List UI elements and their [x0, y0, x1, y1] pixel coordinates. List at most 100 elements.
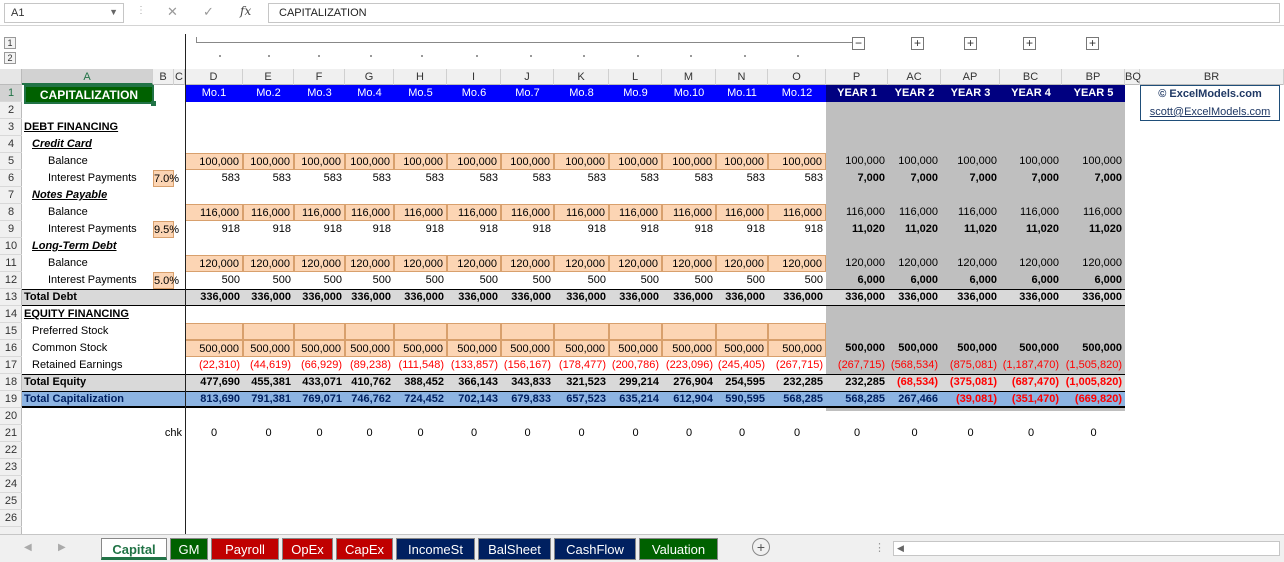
notes-balance-cell[interactable]: 116,000 [185, 204, 243, 221]
common-stock-cell[interactable]: 500,000 [185, 340, 243, 357]
scrollbar-thumb[interactable] [910, 544, 1110, 553]
common-stock-cell[interactable]: 500,000 [716, 340, 768, 357]
total-equity-year[interactable]: (687,470) [1000, 374, 1062, 391]
common-stock-year[interactable]: 500,000 [941, 340, 1000, 357]
column-header-h[interactable]: H [394, 69, 447, 85]
tab-capital[interactable]: Capital [101, 538, 167, 560]
notes-balance-cell[interactable]: 116,000 [501, 204, 554, 221]
notes-balance-cell[interactable]: 116,000 [662, 204, 716, 221]
chk-cell[interactable]: 0 [609, 425, 662, 442]
year-header[interactable]: YEAR 2 [888, 85, 941, 102]
month-header[interactable]: Mo.8 [554, 85, 609, 102]
ltd-interest-cell[interactable]: 500 [554, 272, 609, 289]
chk-cell[interactable]: 0 [394, 425, 447, 442]
cancel-icon[interactable]: ✕ [167, 4, 178, 20]
total-equity-cell[interactable]: 254,595 [716, 374, 768, 391]
notes-balance-cell[interactable]: 116,000 [609, 204, 662, 221]
tab-cashflow[interactable]: CashFlow [554, 538, 636, 560]
retained-earnings-cell[interactable]: (223,096) [662, 357, 716, 374]
row-header-12[interactable]: 12 [0, 272, 22, 289]
ltd-interest-year[interactable]: 6,000 [1062, 272, 1125, 289]
total-debt-year[interactable]: 336,000 [888, 289, 941, 306]
row-header-24[interactable]: 24 [0, 476, 22, 493]
notes-balance-cell[interactable]: 116,000 [554, 204, 609, 221]
total-debt-year[interactable]: 336,000 [1062, 289, 1125, 306]
total-equity-cell[interactable]: 366,143 [447, 374, 501, 391]
expand-group-button[interactable]: + [911, 37, 924, 50]
credit-interest-cell[interactable]: 583 [768, 170, 826, 187]
retained-earnings-year[interactable]: (875,081) [941, 357, 1000, 374]
label-balance[interactable]: Balance [22, 153, 202, 170]
chk-cell[interactable]: 0 [1000, 425, 1062, 442]
ltd-balance-cell[interactable]: 120,000 [447, 255, 501, 272]
credit-interest-cell[interactable]: 583 [243, 170, 294, 187]
common-stock-cell[interactable]: 500,000 [447, 340, 501, 357]
row-header-13[interactable]: 13 [0, 289, 22, 306]
notes-balance-cell[interactable]: 116,000 [243, 204, 294, 221]
select-all-corner[interactable] [0, 69, 22, 85]
row-header-4[interactable]: 4 [0, 136, 22, 153]
ltd-balance-cell[interactable]: 120,000 [554, 255, 609, 272]
total-capitalization-cell[interactable]: 791,381 [243, 391, 294, 408]
ltd-interest-cell[interactable]: 500 [394, 272, 447, 289]
column-header-l[interactable]: L [609, 69, 662, 85]
month-header[interactable]: Mo.6 [447, 85, 501, 102]
column-header-p[interactable]: P [826, 69, 888, 85]
brand-email-link[interactable]: scott@ExcelModels.com [1141, 104, 1279, 121]
tab-incomest[interactable]: IncomeSt [396, 538, 475, 560]
chk-cell[interactable]: 0 [501, 425, 554, 442]
common-stock-cell[interactable]: 500,000 [768, 340, 826, 357]
notes-interest-cell[interactable]: 918 [294, 221, 345, 238]
column-header-bp[interactable]: BP [1062, 69, 1125, 85]
credit-balance-cell[interactable]: 100,000 [185, 153, 243, 170]
label-long-term-debt[interactable]: Long-Term Debt [22, 238, 202, 255]
column-header-a[interactable]: A [22, 69, 153, 85]
notes-interest-year[interactable]: 11,020 [1062, 221, 1125, 238]
ltd-interest-cell[interactable]: 500 [294, 272, 345, 289]
column-header-k[interactable]: K [554, 69, 609, 85]
credit-balance-year[interactable]: 100,000 [941, 153, 1000, 170]
column-header-c[interactable]: C [174, 69, 185, 85]
total-debt-cell[interactable]: 336,000 [447, 289, 501, 306]
month-header[interactable]: Mo.7 [501, 85, 554, 102]
total-equity-cell[interactable]: 388,452 [394, 374, 447, 391]
preferred-stock-cell[interactable] [185, 323, 243, 340]
credit-interest-cell[interactable]: 583 [662, 170, 716, 187]
chk-cell[interactable]: 0 [345, 425, 394, 442]
credit-interest-cell[interactable]: 583 [394, 170, 447, 187]
notes-balance-cell[interactable]: 116,000 [345, 204, 394, 221]
preferred-stock-cell[interactable] [768, 323, 826, 340]
retained-earnings-year[interactable]: (1,187,470) [1000, 357, 1062, 374]
total-debt-cell[interactable]: 336,000 [662, 289, 716, 306]
ltd-interest-cell[interactable]: 500 [662, 272, 716, 289]
credit-interest-cell[interactable]: 583 [554, 170, 609, 187]
total-capitalization-year[interactable]: (669,820) [1062, 391, 1125, 408]
ltd-interest-year[interactable]: 6,000 [888, 272, 941, 289]
retained-earnings-cell[interactable]: (89,238) [345, 357, 394, 374]
section-label-equity[interactable]: EQUITY FINANCING [22, 306, 202, 323]
preferred-stock-cell[interactable] [501, 323, 554, 340]
ltd-balance-cell[interactable]: 120,000 [394, 255, 447, 272]
credit-balance-cell[interactable]: 100,000 [294, 153, 345, 170]
label-retained-earnings[interactable]: Retained Earnings [22, 357, 202, 374]
preferred-stock-cell[interactable] [394, 323, 447, 340]
preferred-stock-cell[interactable] [243, 323, 294, 340]
credit-balance-cell[interactable]: 100,000 [609, 153, 662, 170]
month-header[interactable]: Mo.10 [662, 85, 716, 102]
month-header[interactable]: Mo.3 [294, 85, 345, 102]
total-debt-cell[interactable]: 336,000 [554, 289, 609, 306]
total-capitalization-cell[interactable]: 746,762 [345, 391, 394, 408]
retained-earnings-cell[interactable]: (111,548) [394, 357, 447, 374]
retained-earnings-cell[interactable]: (156,167) [501, 357, 554, 374]
column-header-b[interactable]: B [153, 69, 174, 85]
common-stock-cell[interactable]: 500,000 [501, 340, 554, 357]
notes-balance-year[interactable]: 116,000 [826, 204, 888, 221]
title-cell[interactable]: CAPITALIZATION [24, 85, 154, 104]
row-header-11[interactable]: 11 [0, 255, 22, 272]
credit-balance-cell[interactable]: 100,000 [243, 153, 294, 170]
ltd-interest-year[interactable]: 6,000 [941, 272, 1000, 289]
total-equity-cell[interactable]: 321,523 [554, 374, 609, 391]
chk-cell[interactable]: 0 [662, 425, 716, 442]
month-header[interactable]: Mo.4 [345, 85, 394, 102]
more-options-icon[interactable]: ⋮ [874, 541, 885, 554]
